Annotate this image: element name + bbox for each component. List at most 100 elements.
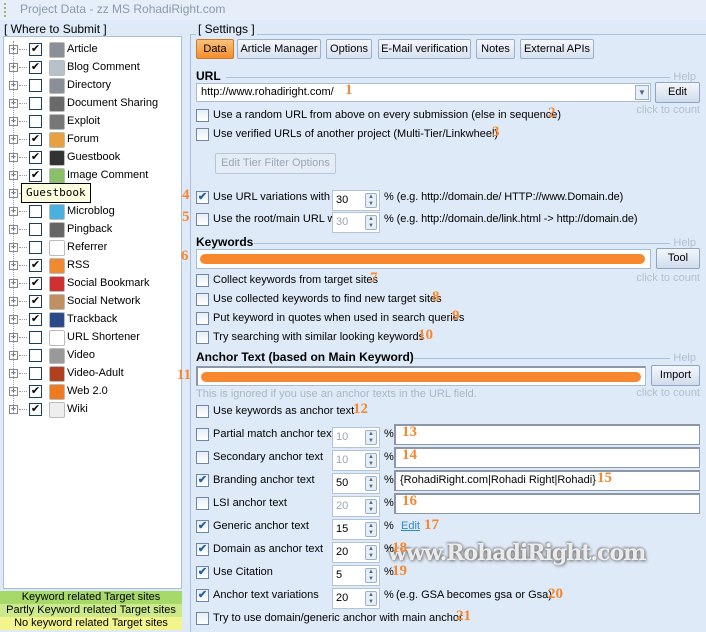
anchor-import-button[interactable]: Import: [651, 365, 700, 386]
item-checkbox[interactable]: [29, 205, 42, 218]
checkbox[interactable]: ✔: [196, 520, 209, 533]
up-down-arrows-icon[interactable]: ▲ ▼: [365, 430, 377, 445]
checkbox[interactable]: ✔: [196, 543, 209, 556]
up-down-arrows-icon[interactable]: ▲ ▼: [365, 215, 377, 230]
checkbox[interactable]: ✔: [196, 474, 209, 487]
item-checkbox[interactable]: ✔: [29, 259, 42, 272]
up-down-arrows-icon[interactable]: ▲ ▼: [365, 522, 377, 537]
checkbox[interactable]: ✔: [196, 589, 209, 602]
item-checkbox[interactable]: [29, 241, 42, 254]
checkbox[interactable]: [196, 293, 209, 306]
item-checkbox[interactable]: ✔: [29, 385, 42, 398]
tab-e-mail-verification[interactable]: E-Mail verification: [378, 39, 471, 59]
item-checkbox[interactable]: [29, 331, 42, 344]
tree-item[interactable]: + ✔ Blog Comment: [9, 59, 181, 77]
checkbox[interactable]: [196, 128, 209, 141]
item-checkbox[interactable]: ✔: [29, 43, 42, 56]
tree-item[interactable]: + ✔ Social Network: [9, 293, 181, 311]
tree-item[interactable]: + URL Shortener: [9, 329, 181, 347]
item-checkbox[interactable]: [29, 79, 42, 92]
item-checkbox[interactable]: [29, 223, 42, 236]
percent-stepper[interactable]: 15 ▲ ▼: [332, 519, 380, 540]
item-checkbox[interactable]: ✔: [29, 151, 42, 164]
edit-tier-filter-button[interactable]: Edit Tier Filter Options: [215, 153, 336, 174]
percent-stepper[interactable]: 20 ▲ ▼: [332, 496, 380, 517]
up-down-arrows-icon[interactable]: ▲ ▼: [365, 193, 377, 208]
tree-item[interactable]: + Directory: [9, 77, 181, 95]
url-input[interactable]: http://www.rohadiright.com/ ▼: [196, 83, 651, 102]
keywords-tool-button[interactable]: Tool: [656, 248, 700, 269]
click-to-count-link[interactable]: click to count: [636, 104, 700, 116]
percent-stepper[interactable]: 10 ▲ ▼: [332, 427, 380, 448]
percent-stepper[interactable]: 30 ▲ ▼: [332, 212, 380, 233]
item-checkbox[interactable]: [29, 367, 42, 380]
click-to-count-link[interactable]: click to count: [636, 387, 700, 399]
tree-item[interactable]: + ✔ Trackback: [9, 311, 181, 329]
tree-item[interactable]: + Document Sharing: [9, 95, 181, 113]
anchor-text-input[interactable]: [196, 366, 646, 386]
tree-item[interactable]: + ✔ RSS: [9, 257, 181, 275]
up-down-arrows-icon[interactable]: ▲ ▼: [365, 591, 377, 606]
checkbox[interactable]: [196, 497, 209, 510]
up-down-arrows-icon[interactable]: ▲ ▼: [365, 568, 377, 583]
item-checkbox[interactable]: ✔: [29, 169, 42, 182]
checkbox[interactable]: [196, 405, 209, 418]
item-checkbox[interactable]: [29, 115, 42, 128]
percent-stepper[interactable]: 20 ▲ ▼: [332, 542, 380, 563]
checkbox[interactable]: [196, 312, 209, 325]
tab-data[interactable]: Data: [196, 39, 234, 59]
keywords-input[interactable]: [196, 249, 651, 269]
checkbox[interactable]: [196, 331, 209, 344]
item-checkbox[interactable]: ✔: [29, 295, 42, 308]
tree-item[interactable]: + Microblog: [9, 203, 181, 221]
url-edit-button[interactable]: Edit: [655, 82, 700, 103]
help-link[interactable]: Help: [673, 352, 696, 364]
percent-stepper[interactable]: 50 ▲ ▼: [332, 473, 380, 494]
item-checkbox[interactable]: ✔: [29, 403, 42, 416]
checkbox[interactable]: [196, 109, 209, 122]
tree-item[interactable]: + ✔ Social Bookmark: [9, 275, 181, 293]
checkbox[interactable]: [196, 451, 209, 464]
tree-item[interactable]: + Pingback: [9, 221, 181, 239]
percent-stepper[interactable]: 5 ▲ ▼: [332, 565, 380, 586]
item-checkbox[interactable]: ✔: [29, 277, 42, 290]
tab-external-apis[interactable]: External APIs: [520, 39, 594, 59]
percent-stepper[interactable]: 20 ▲ ▼: [332, 588, 380, 609]
tree-item[interactable]: + ✔ Web 2.0: [9, 383, 181, 401]
tree-item[interactable]: + ✔ Wiki: [9, 401, 181, 419]
percent-stepper[interactable]: 30 ▲ ▼: [332, 190, 380, 211]
tree-item[interactable]: + Video-Adult: [9, 365, 181, 383]
generic-anchor-edit-link[interactable]: Edit: [401, 520, 420, 532]
percent-stepper[interactable]: 10 ▲ ▼: [332, 450, 380, 471]
chevron-down-icon[interactable]: ▼: [635, 85, 649, 100]
tab-options[interactable]: Options: [326, 39, 372, 59]
anchor-text-field[interactable]: [394, 493, 700, 514]
item-checkbox[interactable]: ✔: [29, 313, 42, 326]
checkbox[interactable]: [196, 428, 209, 441]
tree-item[interactable]: + Video: [9, 347, 181, 365]
tree-item[interactable]: + ✔ Forum: [9, 131, 181, 149]
item-checkbox[interactable]: ✔: [29, 133, 42, 146]
checkbox[interactable]: [196, 612, 209, 625]
checkbox[interactable]: ✔: [196, 191, 209, 204]
anchor-text-field[interactable]: [394, 424, 700, 445]
tree-item[interactable]: + Exploit: [9, 113, 181, 131]
tree-item[interactable]: + ✔ Guestbook: [9, 149, 181, 167]
tab-notes[interactable]: Notes: [476, 39, 515, 59]
item-checkbox[interactable]: [29, 97, 42, 110]
anchor-text-field[interactable]: [394, 447, 700, 468]
up-down-arrows-icon[interactable]: ▲ ▼: [365, 476, 377, 491]
up-down-arrows-icon[interactable]: ▲ ▼: [365, 545, 377, 560]
checkbox[interactable]: [196, 274, 209, 287]
up-down-arrows-icon[interactable]: ▲ ▼: [365, 453, 377, 468]
item-checkbox[interactable]: [29, 349, 42, 362]
tree-item[interactable]: + Referrer: [9, 239, 181, 257]
item-checkbox[interactable]: ✔: [29, 61, 42, 74]
up-down-arrows-icon[interactable]: ▲ ▼: [365, 499, 377, 514]
click-to-count-link[interactable]: click to count: [636, 272, 700, 284]
anchor-text-field[interactable]: {RohadiRight.com|Rohadi Right|Rohadi}: [394, 470, 700, 491]
checkbox[interactable]: ✔: [196, 566, 209, 579]
checkbox[interactable]: [196, 213, 209, 226]
tree-item[interactable]: + ✔ Article: [9, 41, 181, 59]
tab-article-manager[interactable]: Article Manager: [237, 39, 321, 59]
